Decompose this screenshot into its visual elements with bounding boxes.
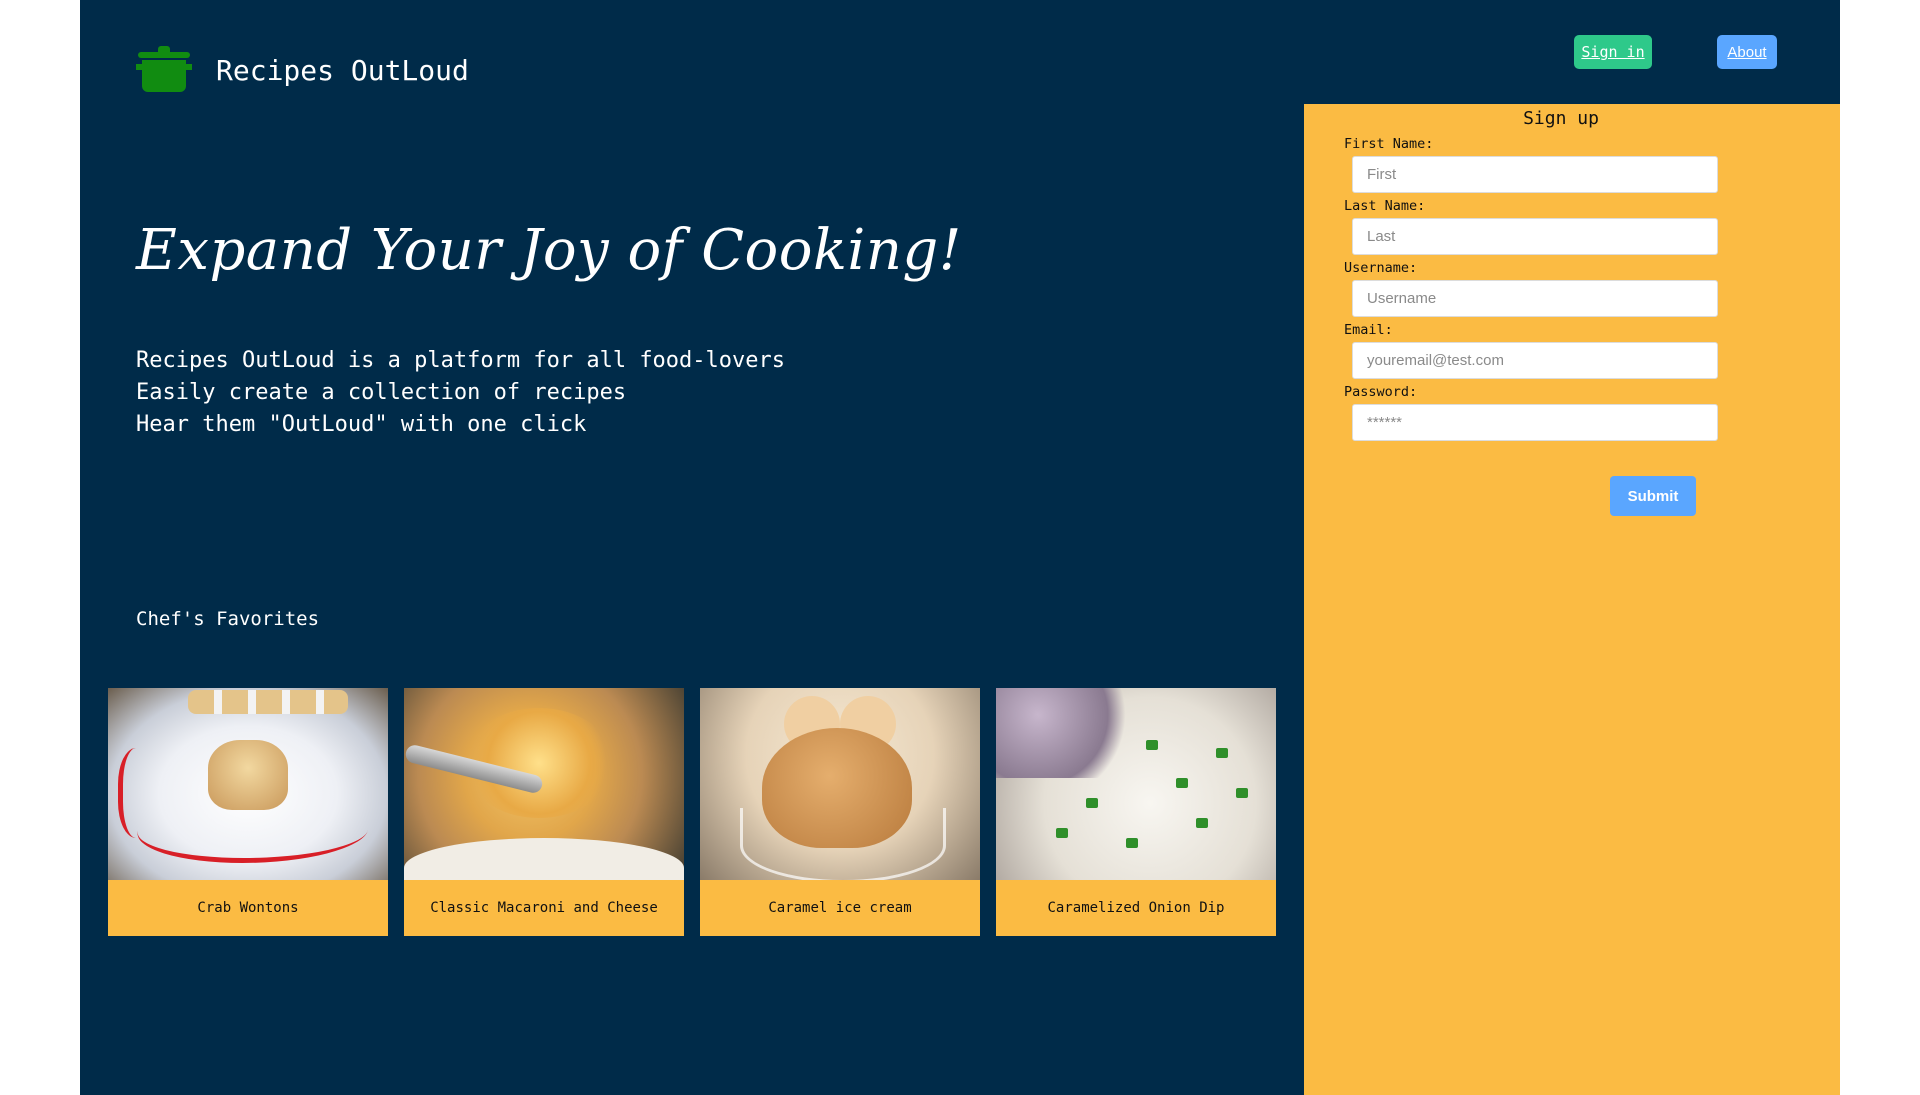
recipe-card-label: Classic Macaroni and Cheese bbox=[430, 900, 658, 916]
username-input[interactable] bbox=[1352, 280, 1718, 317]
first-name-label: First Name: bbox=[1344, 136, 1434, 152]
recipe-image bbox=[404, 688, 684, 880]
submit-button[interactable]: Submit bbox=[1610, 476, 1696, 516]
recipe-image bbox=[108, 688, 388, 880]
password-input[interactable] bbox=[1352, 404, 1718, 441]
hero-line: Easily create a collection of recipes bbox=[136, 380, 627, 405]
hero-line: Recipes OutLoud is a platform for all fo… bbox=[136, 348, 786, 373]
hero-line: Hear them "OutLoud" with one click bbox=[136, 412, 587, 437]
hero-title: Expand Your Joy of Cooking! bbox=[136, 218, 962, 283]
email-label: Email: bbox=[1344, 322, 1393, 338]
brand: Recipes OutLoud bbox=[136, 44, 469, 96]
recipe-card-label: Caramel ice cream bbox=[768, 900, 912, 916]
last-name-input[interactable] bbox=[1352, 218, 1718, 255]
recipe-image bbox=[700, 688, 980, 880]
sign-in-button[interactable]: Sign in bbox=[1574, 35, 1652, 69]
first-name-input[interactable] bbox=[1352, 156, 1718, 193]
recipe-card-onion-dip[interactable]: Caramelized Onion Dip bbox=[996, 688, 1276, 936]
main-page: Recipes OutLoud Sign in About Expand You… bbox=[80, 0, 1840, 1095]
app-name: Recipes OutLoud bbox=[216, 53, 469, 87]
password-label: Password: bbox=[1344, 384, 1418, 400]
email-input[interactable] bbox=[1352, 342, 1718, 379]
last-name-label: Last Name: bbox=[1344, 198, 1426, 214]
about-button[interactable]: About bbox=[1717, 35, 1777, 69]
favorites-list: Crab Wontons Classic Macaroni and Cheese… bbox=[108, 688, 1276, 936]
favorites-title: Chef's Favorites bbox=[136, 608, 320, 630]
hero-description: Recipes OutLoud is a platform for all fo… bbox=[136, 345, 785, 441]
recipe-card-caramel-ice-cream[interactable]: Caramel ice cream bbox=[700, 688, 980, 936]
recipe-image bbox=[996, 688, 1276, 880]
recipe-card-macaroni[interactable]: Classic Macaroni and Cheese bbox=[404, 688, 684, 936]
signup-form: Sign up First Name: Last Name: Username:… bbox=[1304, 104, 1840, 1095]
recipe-card-crab-wontons[interactable]: Crab Wontons bbox=[108, 688, 388, 936]
username-label: Username: bbox=[1344, 260, 1418, 276]
recipe-card-label: Crab Wontons bbox=[197, 900, 299, 916]
signup-title: Sign up bbox=[1523, 108, 1599, 129]
recipe-card-label: Caramelized Onion Dip bbox=[1047, 900, 1225, 916]
cooking-pot-icon bbox=[136, 44, 192, 96]
